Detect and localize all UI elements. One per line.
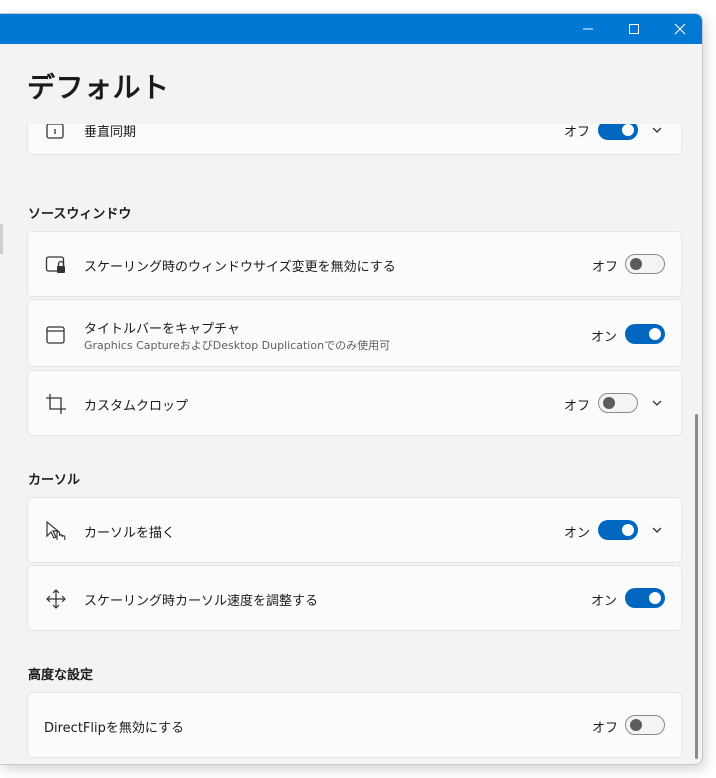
minimize-icon — [583, 28, 593, 30]
chevron-down-icon[interactable] — [651, 524, 663, 536]
maximize-icon — [629, 24, 639, 34]
custom-crop-state: オフ — [564, 399, 591, 414]
adjust-cursor-speed-state: オン — [591, 594, 618, 609]
draw-cursor-label: カーソルを描く — [84, 526, 176, 541]
adjust-cursor-speed-label: スケーリング時カーソル速度を調整する — [84, 594, 319, 609]
crop-icon — [46, 394, 66, 414]
navigation-edge — [0, 224, 3, 254]
minimize-button[interactable] — [565, 14, 611, 44]
chevron-down-icon[interactable] — [651, 397, 663, 409]
vsync-label: 垂直同期 — [84, 125, 137, 140]
capture-titlebar-row: タイトルバーをキャプチャ Graphics CaptureおよびDesktop … — [27, 299, 682, 367]
disable-directflip-label: DirectFlipを無効にする — [44, 721, 185, 736]
close-button[interactable] — [657, 14, 702, 44]
draw-cursor-toggle[interactable] — [598, 520, 638, 540]
section-header-advanced: 高度な設定 — [28, 668, 94, 683]
window-lock-icon — [45, 256, 65, 273]
chevron-down-icon[interactable] — [651, 124, 663, 136]
page-title: デフォルト — [27, 71, 170, 104]
settings-scroll-area[interactable]: 垂直同期 オフ ソースウィンドウ スケーリング時のウィンドウサイズ変更を無効にす… — [0, 124, 702, 764]
vsync-toggle[interactable] — [598, 124, 638, 140]
disable-directflip-state: オフ — [592, 721, 619, 736]
capture-titlebar-state: オン — [591, 330, 618, 345]
capture-titlebar-sublabel: Graphics CaptureおよびDesktop Duplicationでの… — [84, 339, 391, 352]
title-bar[interactable] — [0, 14, 702, 44]
draw-cursor-state: オン — [564, 526, 591, 541]
app-window: デフォルト 垂直同期 オフ ソースウィンドウ スケーリング時のウィンドウサイズ変… — [0, 13, 703, 765]
vsync-card: 垂直同期 オフ — [27, 124, 682, 155]
disable-resize-label: スケーリング時のウィンドウサイズ変更を無効にする — [84, 260, 396, 275]
custom-crop-toggle[interactable] — [598, 393, 638, 413]
disable-resize-toggle[interactable] — [625, 254, 665, 274]
custom-crop-label: カスタムクロップ — [84, 399, 189, 414]
disable-resize-state: オフ — [592, 260, 619, 275]
adjust-cursor-speed-toggle[interactable] — [625, 588, 665, 608]
section-header-source-window: ソースウィンドウ — [28, 207, 132, 222]
disable-directflip-toggle[interactable] — [625, 715, 665, 735]
section-header-cursor: カーソル — [28, 473, 81, 488]
disable-directflip-row: DirectFlipを無効にする オフ — [27, 692, 682, 758]
move-arrows-icon — [46, 589, 66, 609]
monitor-sync-icon — [46, 124, 64, 139]
vertical-scrollbar[interactable] — [695, 414, 698, 759]
capture-titlebar-label: タイトルバーをキャプチャ — [84, 322, 240, 337]
window-icon — [46, 326, 65, 344]
maximize-button[interactable] — [611, 14, 657, 44]
vsync-state: オフ — [564, 125, 591, 140]
cursor-hand-icon — [46, 520, 66, 540]
custom-crop-row[interactable]: カスタムクロップ オフ — [27, 370, 682, 436]
adjust-cursor-speed-row: スケーリング時カーソル速度を調整する オン — [27, 565, 682, 631]
close-icon — [674, 23, 686, 35]
draw-cursor-row[interactable]: カーソルを描く オン — [27, 497, 682, 563]
disable-resize-row: スケーリング時のウィンドウサイズ変更を無効にする オフ — [27, 231, 682, 297]
capture-titlebar-toggle[interactable] — [625, 324, 665, 344]
